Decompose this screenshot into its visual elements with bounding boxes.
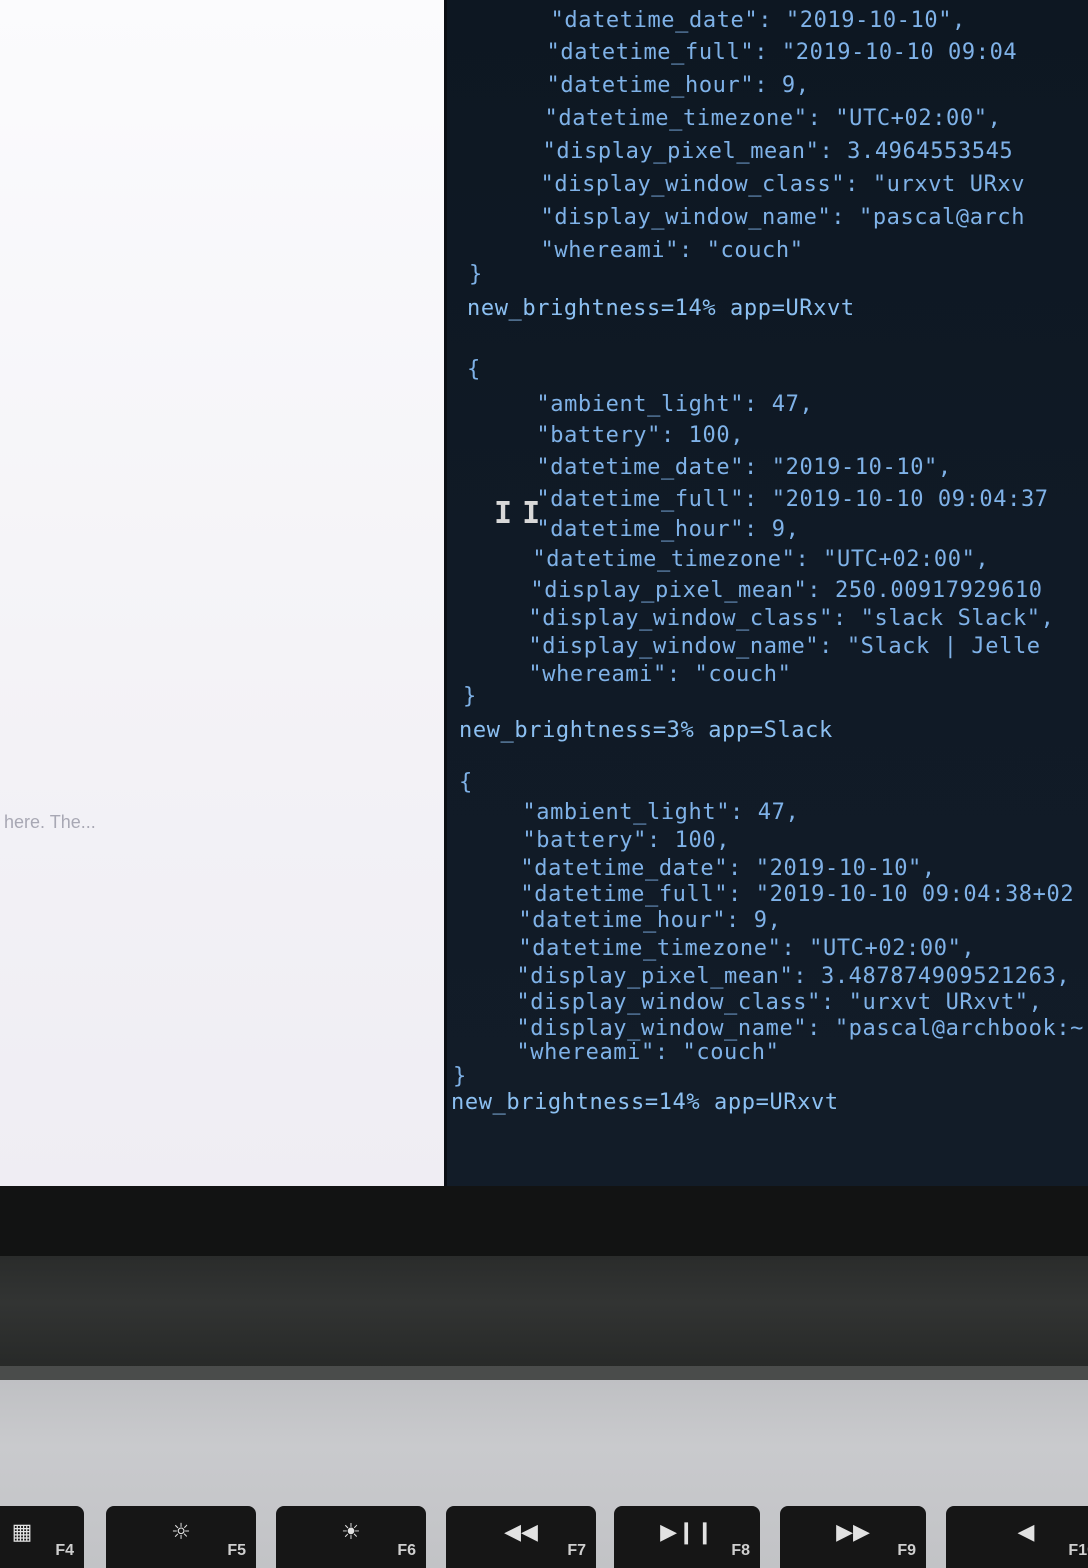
terminal-line: "datetime_full": "2019-10-10 09:04:37 bbox=[481, 487, 1049, 512]
terminal-line: "display_window_name": "Slack | Jelle bbox=[473, 634, 1041, 659]
key-label: F4 bbox=[55, 1542, 74, 1559]
terminal-line: "ambient_light": 47, bbox=[481, 392, 814, 417]
terminal-line: "datetime_timezone": "UTC+02:00", bbox=[477, 547, 990, 572]
terminal-line: "datetime_hour": 9, bbox=[505, 73, 810, 98]
key-f7[interactable]: ◀◀ F7 bbox=[446, 1506, 596, 1568]
terminal-line: "datetime_date": "2019-10-10", bbox=[481, 455, 952, 480]
terminal-line: { bbox=[467, 357, 481, 382]
terminal-line: "battery": 100, bbox=[481, 423, 745, 448]
terminal-line: "battery": 100, bbox=[467, 828, 731, 853]
key-f6-icon: ☀ bbox=[341, 1520, 361, 1545]
terminal-line: } bbox=[453, 1064, 467, 1089]
key-label: F8 bbox=[731, 1542, 750, 1559]
message-preview-snippet[interactable]: here. The... bbox=[4, 812, 96, 833]
key-f5[interactable]: ☼ F5 bbox=[106, 1506, 256, 1568]
terminal-line: "datetime_timezone": "UTC+02:00", bbox=[463, 936, 976, 961]
key-f6[interactable]: ☀ F6 bbox=[276, 1506, 426, 1568]
terminal-line: "datetime_date": "2019-10-10", bbox=[509, 8, 966, 33]
brightness-status-line: new_brightness=14% app=URxvt bbox=[451, 1090, 839, 1115]
terminal-line: "datetime_hour": 9, bbox=[463, 908, 782, 933]
screen-bezel bbox=[0, 1186, 1088, 1256]
terminal-line: "display_window_class": "slack Slack", bbox=[473, 606, 1055, 631]
key-f10[interactable]: ◀ F10 bbox=[946, 1506, 1088, 1568]
key-f10-icon: ◀ bbox=[1017, 1520, 1035, 1545]
terminal-line: "datetime_date": "2019-10-10", bbox=[465, 856, 936, 881]
terminal-line: "display_window_class": "urxvt URxvt", bbox=[461, 990, 1043, 1015]
key-label: F7 bbox=[567, 1542, 586, 1559]
key-f9[interactable]: ▶▶ F9 bbox=[780, 1506, 926, 1568]
key-f7-icon: ◀◀ bbox=[504, 1520, 538, 1545]
brightness-status-line: new_brightness=3% app=Slack bbox=[459, 718, 833, 743]
key-f4-icon: ▦ bbox=[11, 1520, 33, 1545]
terminal-line: } bbox=[469, 262, 483, 287]
brightness-status-line: new_brightness=14% app=URxvt bbox=[467, 296, 855, 321]
terminal-line: "ambient_light": 47, bbox=[467, 800, 800, 825]
terminal-line: "whereami": "couch" bbox=[461, 1040, 780, 1065]
photo-scene: here. The... "datetime_date": "2019-10-1… bbox=[0, 0, 1088, 1568]
text-cursor-icon: I I bbox=[494, 496, 540, 531]
key-f8-icon: ▶❙❙ bbox=[660, 1520, 714, 1545]
key-label: F9 bbox=[897, 1542, 916, 1559]
terminal-line: "whereami": "couch" bbox=[499, 238, 804, 263]
terminal-line: } bbox=[463, 684, 477, 709]
terminal-line: "display_pixel_mean": 3.487874909521263, bbox=[461, 964, 1071, 989]
terminal-window[interactable]: "datetime_date": "2019-10-10", "datetime… bbox=[444, 0, 1088, 1190]
terminal-line: "display_pixel_mean": 3.4964553545 bbox=[501, 139, 1014, 164]
key-f8[interactable]: ▶❙❙ F8 bbox=[614, 1506, 760, 1568]
terminal-line: "datetime_full": "2019-10-10 09:04:38+02 bbox=[465, 882, 1075, 907]
terminal-line: "display_window_class": "urxvt URxv bbox=[499, 172, 1026, 197]
key-f5-icon: ☼ bbox=[171, 1520, 191, 1545]
terminal-line: "whereami": "couch" bbox=[473, 662, 792, 687]
key-f9-icon: ▶▶ bbox=[836, 1520, 870, 1545]
left-app-window: here. The... bbox=[0, 0, 444, 1188]
key-label: F6 bbox=[397, 1542, 416, 1559]
terminal-line: { bbox=[459, 770, 473, 795]
terminal-line: "datetime_timezone": "UTC+02:00", bbox=[503, 106, 1002, 131]
terminal-line: "display_window_name": "pascal@archbook:… bbox=[461, 1016, 1085, 1041]
terminal-line: "datetime_full": "2019-10-10 09:04 bbox=[505, 40, 1018, 65]
laptop-hinge bbox=[0, 1256, 1088, 1374]
key-f4[interactable]: ▦ F4 bbox=[0, 1506, 84, 1568]
key-label: F10 bbox=[1068, 1542, 1088, 1559]
key-label: F5 bbox=[227, 1542, 246, 1559]
terminal-line: "display_pixel_mean": 250.00917929610 bbox=[475, 578, 1043, 603]
terminal-line: "display_window_name": "pascal@arch bbox=[499, 205, 1026, 230]
